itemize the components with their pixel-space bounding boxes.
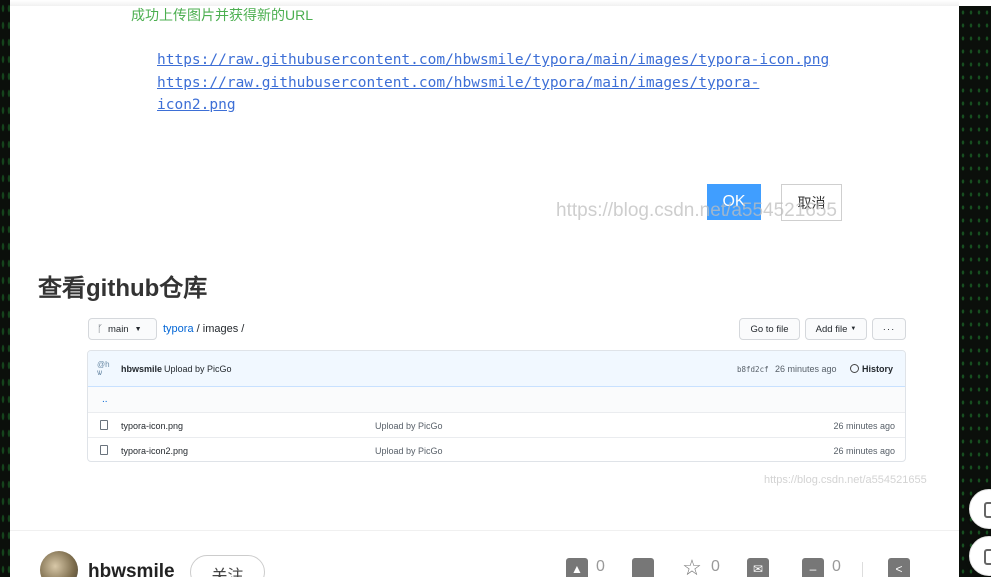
page-root: 成功上传图片并获得新的URL https://raw.githubusercon… <box>0 0 991 577</box>
clock-icon <box>850 364 859 373</box>
table-row: typora-icon.png Upload by PicGo 26 minut… <box>88 413 905 438</box>
file-time: 26 minutes ago <box>833 446 895 456</box>
url-link-2[interactable]: https://raw.githubusercontent.com/hbwsmi… <box>157 75 759 91</box>
breadcrumb-repo-link[interactable]: typora <box>163 323 194 335</box>
history-label: History <box>862 364 894 374</box>
file-commit-message[interactable]: Upload by PicGo <box>375 421 443 431</box>
author-name[interactable]: hbwsmile <box>88 561 175 577</box>
parent-dir-link[interactable]: .. <box>102 394 108 405</box>
file-commit-message[interactable]: Upload by PicGo <box>375 446 443 456</box>
message-button[interactable]: – 0 <box>802 558 841 577</box>
git-branch-icon: ᚴ <box>97 323 103 335</box>
share-alt-button[interactable]: < <box>888 558 918 577</box>
parent-dir-row[interactable]: .. <box>88 387 905 413</box>
comment-count: 0 <box>832 558 841 575</box>
divider <box>10 530 959 531</box>
go-to-file-button[interactable]: Go to file <box>739 318 800 340</box>
csdn-watermark: https://blog.csdn.net/a554521655 <box>556 200 838 221</box>
follow-button[interactable]: 关注 <box>190 555 265 577</box>
branch-selector[interactable]: ᚴ main ▼ <box>88 318 157 340</box>
commit-hash[interactable]: b8fd2cf <box>737 365 769 374</box>
add-file-label: Add file <box>815 323 848 335</box>
like-count: 0 <box>596 558 605 575</box>
breadcrumb-separator: / <box>193 323 203 335</box>
file-icon <box>100 420 108 430</box>
add-file-button[interactable]: Add file ▼ <box>805 318 867 340</box>
star-count: 0 <box>711 558 720 575</box>
share-alt-icon: < <box>888 558 910 577</box>
commit-message[interactable]: Upload by PicGo <box>164 364 232 374</box>
headset-icon <box>984 549 991 565</box>
breadcrumb: typora / images / <box>163 323 244 335</box>
table-row: typora-icon2.png Upload by PicGo 26 minu… <box>88 438 905 461</box>
favorite-button[interactable]: ☆ 0 <box>681 555 720 577</box>
divider <box>862 562 863 577</box>
share-button[interactable]: ✉ <box>747 558 777 577</box>
url-link-1[interactable]: https://raw.githubusercontent.com/hbwsmi… <box>157 52 829 68</box>
csdn-watermark-small: https://blog.csdn.net/a554521655 <box>764 474 927 486</box>
history-link[interactable]: History <box>850 364 893 374</box>
file-table: @h ѡ hbwsmile Upload by PicGo b8fd2cf 26 … <box>87 350 906 462</box>
thumbs-up-icon: ▲ <box>566 558 588 577</box>
left-background-strip <box>0 0 10 577</box>
more-options-button[interactable]: ··· <box>872 318 906 340</box>
star-icon: ☆ <box>682 555 702 577</box>
branch-name: main <box>108 323 129 335</box>
commit-avatar-icon[interactable]: @h ѡ <box>97 361 111 377</box>
section-heading: 查看github仓库 <box>38 275 208 302</box>
message-icon: – <box>802 558 824 577</box>
share-icon: ✉ <box>747 558 769 577</box>
url-link-2-continued[interactable]: icon2.png <box>157 97 236 113</box>
file-time: 26 minutes ago <box>833 421 895 431</box>
caret-down-icon: ▼ <box>134 325 142 333</box>
file-name[interactable]: typora-icon2.png <box>121 446 188 456</box>
latest-commit-row: @h ѡ hbwsmile Upload by PicGo b8fd2cf 26 … <box>88 351 905 387</box>
breadcrumb-separator: / <box>238 323 245 335</box>
phone-icon <box>984 502 991 518</box>
commit-time: 26 minutes ago <box>775 364 837 374</box>
comment-button[interactable] <box>632 558 662 577</box>
file-name[interactable]: typora-icon.png <box>121 421 183 431</box>
file-icon <box>100 445 108 455</box>
comment-icon <box>632 558 654 577</box>
upload-success-text: 成功上传图片并获得新的URL <box>131 7 314 23</box>
caret-down-icon: ▼ <box>850 326 857 332</box>
avatar[interactable] <box>40 551 78 577</box>
commit-author[interactable]: hbwsmile <box>121 364 162 374</box>
like-button[interactable]: ▲ 0 <box>566 558 605 577</box>
breadcrumb-dir: images <box>202 323 239 335</box>
